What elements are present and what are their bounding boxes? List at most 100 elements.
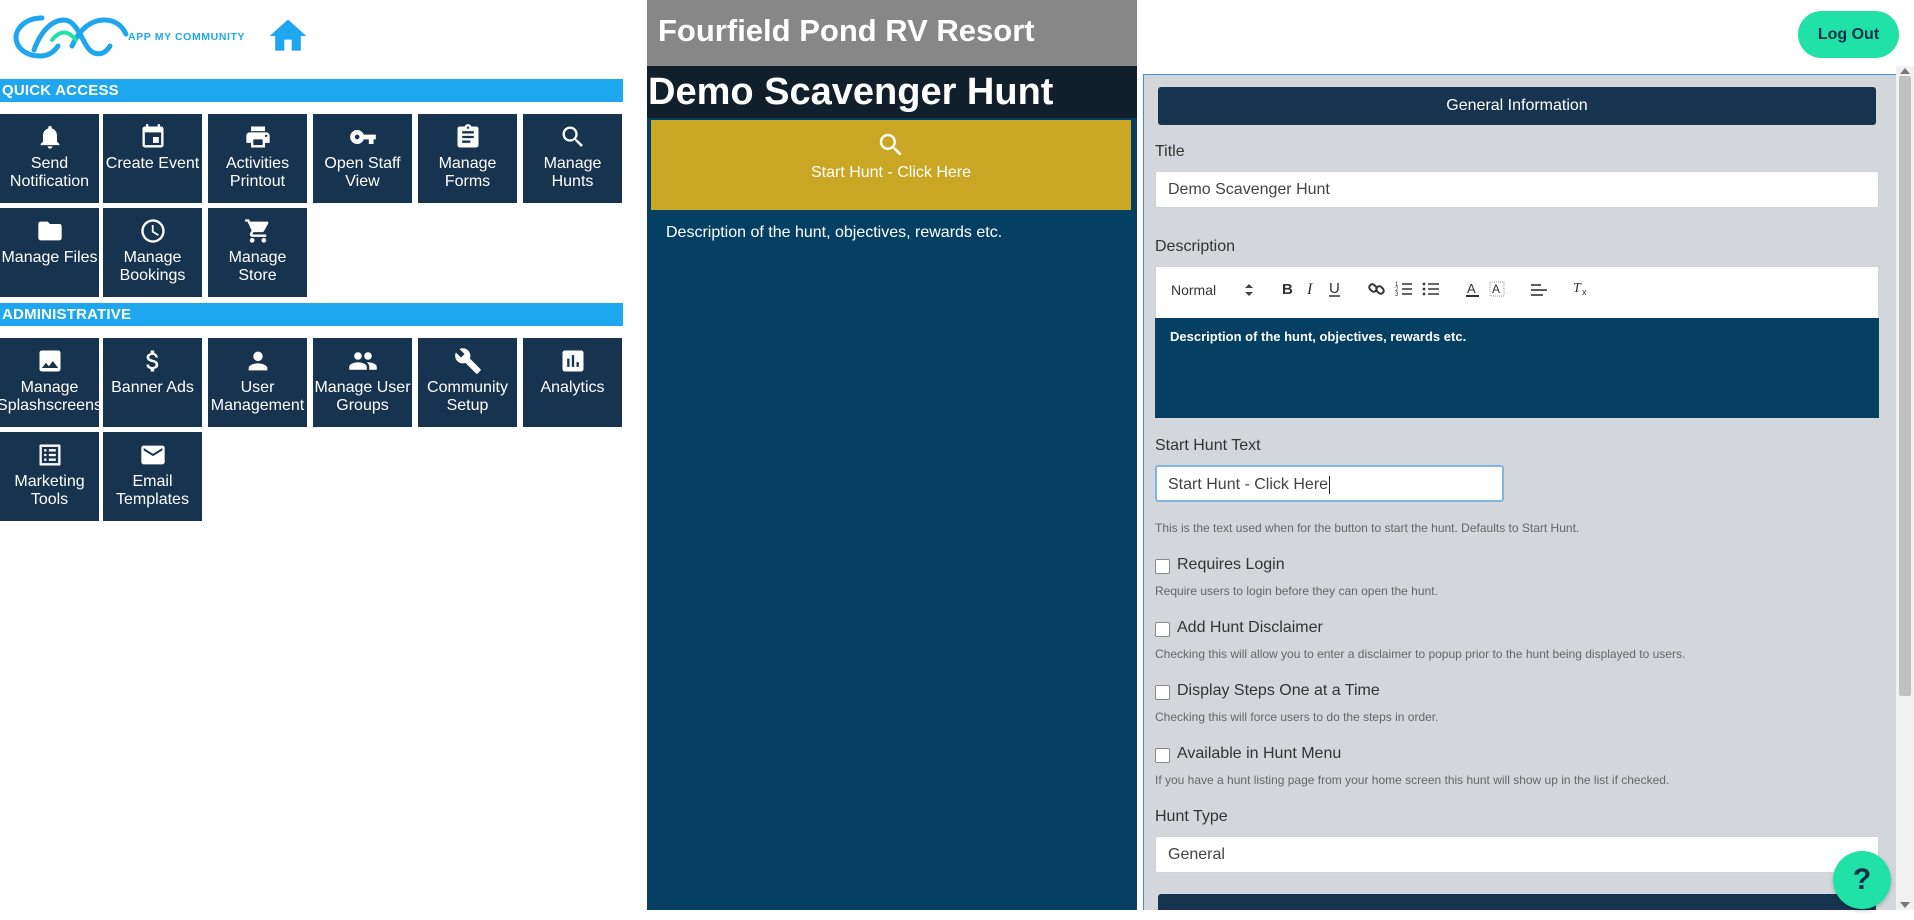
hunt-menu-label[interactable]: Available in Hunt Menu [1177, 745, 1341, 763]
tile-label: Manage Forms [438, 155, 497, 190]
hunt-menu-help: If you have a hunt listing page from you… [1155, 773, 1670, 787]
description-label: Description [1155, 238, 1236, 255]
background-color-icon[interactable]: A [1487, 277, 1507, 301]
hunt-menu-checkbox[interactable] [1155, 748, 1170, 763]
select-arrows-icon [1245, 284, 1253, 296]
send-notification-tile[interactable]: Send Notification [0, 114, 99, 203]
printer-icon [243, 122, 273, 152]
requires-login-help: Require users to login before they can o… [1155, 584, 1438, 598]
next-section-header[interactable] [1158, 894, 1876, 910]
tile-label: Analytics [540, 379, 605, 396]
start-hunt-text-help: This is the text used when for the butto… [1155, 521, 1580, 535]
form-scrollbar[interactable] [1896, 66, 1914, 910]
manage-user-groups-tile[interactable]: Manage User Groups [313, 338, 412, 427]
bar-chart-icon [558, 346, 588, 376]
log-out-button[interactable]: Log Out [1798, 11, 1899, 58]
tile-label: Manage Files [1, 249, 98, 266]
requires-login-label[interactable]: Requires Login [1177, 556, 1285, 574]
svg-text:APP MY COMMUNITY: APP MY COMMUNITY [128, 31, 245, 43]
preview-description: Description of the hunt, objectives, rew… [666, 224, 1003, 241]
description-editor[interactable]: Description of the hunt, objectives, rew… [1155, 318, 1879, 418]
scroll-up-arrow[interactable] [1900, 68, 1910, 74]
title-input[interactable]: Demo Scavenger Hunt [1155, 171, 1879, 208]
steps-one-at-a-time-label[interactable]: Display Steps One at a Time [1177, 682, 1380, 700]
tile-label: Manage Store [228, 249, 287, 284]
tile-label: Marketing Tools [14, 473, 85, 508]
key-icon [348, 122, 378, 152]
marketing-tools-tile[interactable]: Marketing Tools [0, 432, 99, 521]
open-staff-view-tile[interactable]: Open Staff View [313, 114, 412, 203]
text-format-select[interactable]: Normal [1171, 282, 1216, 298]
community-setup-tile[interactable]: Community Setup [418, 338, 517, 427]
svg-text:A: A [1492, 282, 1500, 296]
hunt-disclaimer-checkbox[interactable] [1155, 622, 1170, 637]
analytics-tile[interactable]: Analytics [523, 338, 622, 427]
manage-forms-tile[interactable]: Manage Forms [418, 114, 517, 203]
bell-icon [35, 122, 65, 152]
start-hunt-label: Start Hunt - Click Here [810, 164, 972, 181]
search-icon [558, 122, 588, 152]
tile-label: Email Templates [116, 473, 189, 508]
manage-splashscreens-tile[interactable]: Manage Splashscreens [0, 338, 102, 427]
rich-text-toolbar: Normal B I U 123 A A Tx [1155, 266, 1879, 318]
bold-icon[interactable]: B [1277, 277, 1297, 301]
manage-store-tile[interactable]: Manage Store [208, 208, 307, 297]
user-management-tile[interactable]: User Management [208, 338, 307, 427]
clock-icon [138, 216, 168, 246]
search-icon [876, 130, 906, 160]
manage-bookings-tile[interactable]: Manage Bookings [103, 208, 202, 297]
envelope-icon [138, 440, 168, 470]
calendar-icon [138, 122, 168, 152]
tile-label: Manage Bookings [119, 249, 186, 284]
align-icon[interactable] [1529, 277, 1549, 301]
home-icon[interactable] [266, 14, 310, 58]
banner-ads-tile[interactable]: Banner Ads [103, 338, 202, 427]
dollar-icon [138, 346, 168, 376]
requires-login-checkbox[interactable] [1155, 559, 1170, 574]
image-icon [35, 346, 65, 376]
ordered-list-icon[interactable]: 123 [1394, 277, 1414, 301]
app-my-community-logo[interactable]: APP MY COMMUNITY [12, 10, 250, 62]
scroll-thumb[interactable] [1899, 76, 1911, 696]
clipboard-icon [453, 122, 483, 152]
manage-hunts-tile[interactable]: Manage Hunts [523, 114, 622, 203]
list-icon [35, 440, 65, 470]
italic-icon[interactable]: I [1301, 277, 1321, 301]
folder-icon [35, 216, 65, 246]
manage-files-tile[interactable]: Manage Files [0, 208, 99, 297]
tile-label: Manage User Groups [314, 379, 411, 414]
scroll-down-arrow[interactable] [1900, 902, 1910, 908]
general-information-header[interactable]: General Information [1158, 87, 1876, 125]
tile-label: Activities Printout [225, 155, 290, 190]
create-event-tile[interactable]: Create Event [103, 114, 202, 203]
start-hunt-text-label: Start Hunt Text [1155, 437, 1261, 454]
tile-label: Manage Hunts [543, 155, 602, 190]
title-label: Title [1155, 143, 1185, 160]
email-templates-tile[interactable]: Email Templates [103, 432, 202, 521]
start-hunt-button[interactable]: Start Hunt - Click Here [651, 120, 1131, 210]
tile-label: Banner Ads [111, 379, 194, 396]
svg-text:A: A [1467, 281, 1476, 296]
tile-label: User Management [210, 379, 305, 414]
tile-label: Send Notification [9, 155, 90, 190]
hunt-settings-form: General Information Title Demo Scavenger… [1143, 74, 1900, 910]
underline-icon[interactable]: U [1325, 277, 1345, 301]
activities-printout-tile[interactable]: Activities Printout [208, 114, 307, 203]
preview-hunt-title: Demo Scavenger Hunt [647, 66, 1137, 118]
link-icon[interactable] [1367, 277, 1387, 301]
hunt-disclaimer-label[interactable]: Add Hunt Disclaimer [1177, 619, 1323, 637]
start-hunt-text-input[interactable]: Start Hunt - Click Here [1155, 465, 1504, 502]
hunt-preview: Demo Scavenger Hunt Start Hunt - Click H… [647, 66, 1137, 910]
text-color-icon[interactable]: A [1463, 277, 1483, 301]
person-icon [243, 346, 273, 376]
help-button[interactable]: ? [1833, 851, 1891, 909]
clear-format-icon[interactable]: Tx [1571, 277, 1591, 301]
steps-one-at-a-time-checkbox[interactable] [1155, 685, 1170, 700]
svg-text:I: I [1306, 281, 1313, 298]
quick-access-heading: QUICK ACCESS [0, 79, 623, 102]
bullet-list-icon[interactable] [1421, 277, 1441, 301]
cart-icon [243, 216, 273, 246]
text-caret [1329, 475, 1331, 494]
svg-text:U: U [1329, 280, 1340, 297]
hunt-type-select[interactable]: General [1155, 836, 1879, 873]
